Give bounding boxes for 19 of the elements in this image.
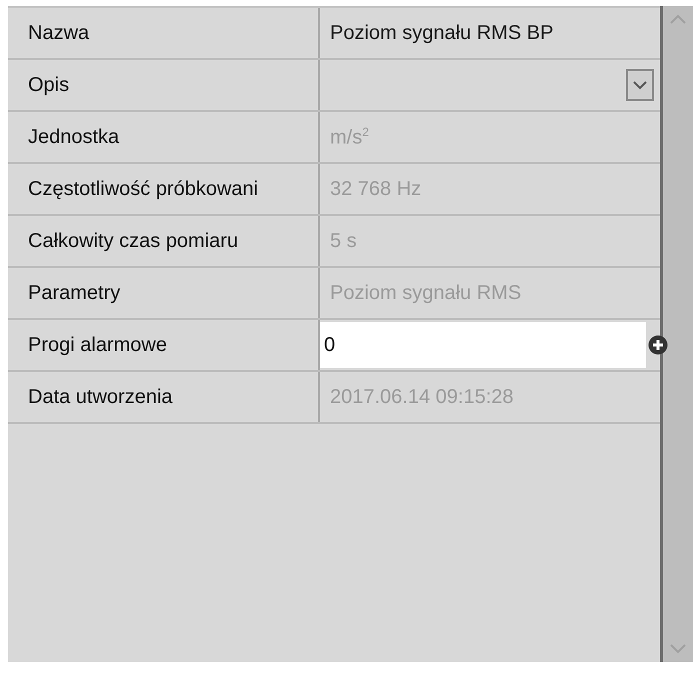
scroll-down-icon[interactable] <box>670 644 686 654</box>
property-value: Poziom sygnału RMS BP <box>330 22 554 44</box>
property-label: Parametry <box>8 268 320 318</box>
property-label: Całkowity czas pomiaru <box>8 216 320 266</box>
property-value: 2017.06.14 09:15:28 <box>330 386 514 408</box>
property-value: m/s$^{2}$ <box>330 124 369 150</box>
property-value: 32 768 Hz <box>330 178 422 200</box>
scroll-up-icon[interactable] <box>670 14 686 24</box>
property-label: Nazwa <box>8 8 320 58</box>
property-label: Częstotliwość próbkowani <box>8 164 320 214</box>
property-label: Data utworzenia <box>8 372 320 422</box>
property-value: 5 s <box>330 230 357 252</box>
property-label: Opis <box>8 60 320 110</box>
scrollbar[interactable] <box>660 6 693 662</box>
input-field[interactable]: 0 <box>320 322 646 368</box>
property-value: Poziom sygnału RMS <box>330 282 522 304</box>
dropdown-button[interactable] <box>626 69 654 101</box>
property-label: Jednostka <box>8 112 320 162</box>
caret-icon <box>633 80 647 90</box>
